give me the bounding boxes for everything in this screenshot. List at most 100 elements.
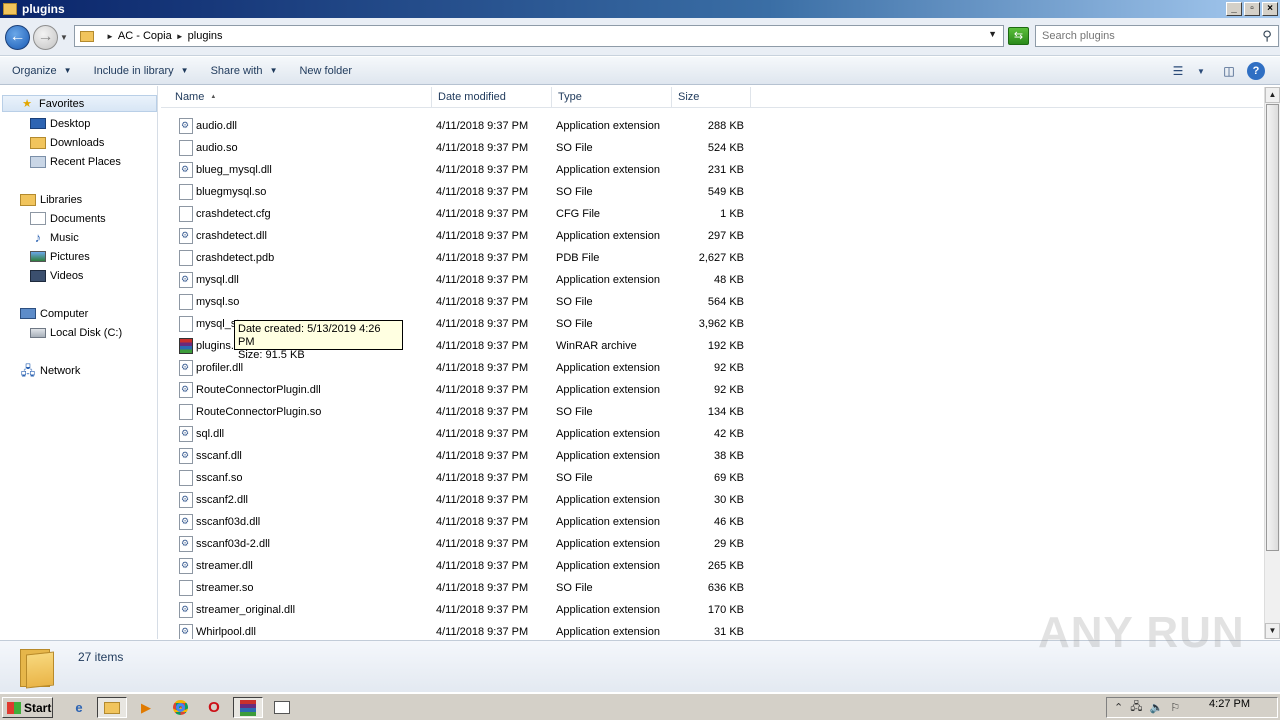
file-row[interactable]: blueg_mysql.dll 4/11/2018 9:37 PM Applicat… (161, 159, 761, 181)
nav-network[interactable]: 🖧 Network (20, 362, 81, 379)
nav-music[interactable]: ♪ Music (30, 229, 79, 246)
nav-favorites[interactable]: ★ Favorites (2, 95, 157, 112)
clock[interactable]: 4:27 PM (1209, 698, 1250, 710)
nav-desktop[interactable]: Desktop (30, 115, 90, 132)
file-size: 265 KB (707, 560, 744, 572)
nav-pictures[interactable]: Pictures (30, 248, 90, 265)
file-name: RouteConnectorPlugin.so (196, 406, 322, 418)
scroll-up-button[interactable]: ▲ (1265, 87, 1280, 103)
file-row[interactable]: sscanf.dll 4/11/2018 9:37 PM Application e… (161, 445, 761, 467)
tray-expand-icon[interactable]: ⌃ (1114, 701, 1123, 714)
file-size: 42 KB (714, 428, 744, 440)
file-row[interactable]: streamer_original.dll 4/11/2018 9:37 PM Ap… (161, 599, 761, 621)
organize-button[interactable]: Organize ▼ (12, 65, 72, 77)
column-header-size[interactable]: Size (672, 87, 751, 108)
refresh-button[interactable]: ⇆ (1008, 27, 1029, 45)
back-button[interactable]: ← (5, 25, 30, 50)
nav-documents[interactable]: Documents (30, 210, 106, 227)
help-icon[interactable]: ? (1247, 62, 1265, 80)
nav-local-disk[interactable]: Local Disk (C:) (30, 324, 122, 341)
chevron-down-icon[interactable]: ▼ (1194, 62, 1208, 80)
file-row[interactable]: crashdetect.cfg 4/11/2018 9:37 PM CFG File… (161, 203, 761, 225)
window-taskbar-button[interactable] (267, 697, 297, 718)
share-with-button[interactable]: Share with ▼ (211, 65, 278, 77)
file-name: RouteConnectorPlugin.dll (196, 384, 321, 396)
close-button[interactable]: × (1262, 2, 1278, 16)
file-row[interactable]: mysql.dll 4/11/2018 9:37 PM Application ex… (161, 269, 761, 291)
file-date: 4/11/2018 9:37 PM (436, 318, 529, 330)
nav-recent-places[interactable]: Recent Places (30, 153, 121, 170)
opera-icon[interactable]: O (199, 697, 229, 718)
file-row[interactable]: sscanf03d.dll 4/11/2018 9:37 PM Applicatio… (161, 511, 761, 533)
file-row[interactable]: RouteConnectorPlugin.dll 4/11/2018 9:37 P… (161, 379, 761, 401)
new-folder-button[interactable]: New folder (299, 65, 352, 77)
file-row[interactable]: mysql.so 4/11/2018 9:37 PM SO File 564 KB (161, 291, 761, 313)
nav-libraries[interactable]: Libraries (20, 191, 82, 208)
nav-downloads[interactable]: Downloads (30, 134, 104, 151)
volume-icon[interactable]: 🔈 (1149, 701, 1163, 714)
file-row[interactable]: crashdetect.dll 4/11/2018 9:37 PM Applicat… (161, 225, 761, 247)
breadcrumb-ac-copia[interactable]: AC - Copia (118, 30, 172, 42)
view-options-icon[interactable]: ☰ (1168, 62, 1188, 80)
file-row[interactable]: streamer.so 4/11/2018 9:37 PM SO File 636 K… (161, 577, 761, 599)
vertical-scrollbar[interactable]: ▲ ▼ (1264, 87, 1280, 639)
maximize-button[interactable]: ▫ (1244, 2, 1260, 16)
column-header-type[interactable]: Type (552, 87, 672, 108)
internet-explorer-icon[interactable]: e (64, 697, 94, 718)
file-type: SO File (556, 318, 593, 330)
file-row[interactable]: sql.dll 4/11/2018 9:37 PM Application exte… (161, 423, 761, 445)
file-name: sscanf03d-2.dll (196, 538, 270, 550)
column-header-date[interactable]: Date modified (432, 87, 552, 108)
column-header-name[interactable]: Name ▲ (161, 87, 432, 108)
file-name: streamer.so (196, 582, 254, 594)
address-bar[interactable]: ► AC - Copia ► plugins ▼ (74, 25, 1004, 47)
search-icon[interactable]: ⚲ (1258, 27, 1276, 45)
media-player-icon[interactable]: ▶ (131, 697, 161, 718)
nav-computer[interactable]: Computer (20, 305, 88, 322)
file-row[interactable]: sscanf.so 4/11/2018 9:37 PM SO File 69 KB (161, 467, 761, 489)
file-name: crashdetect.cfg (196, 208, 271, 220)
breadcrumb-separator-icon[interactable]: ► (106, 32, 114, 41)
breadcrumb-plugins[interactable]: plugins (188, 30, 223, 42)
file-row[interactable]: RouteConnectorPlugin.so 4/11/2018 9:37 PM… (161, 401, 761, 423)
file-row[interactable]: streamer.dll 4/11/2018 9:37 PM Application… (161, 555, 761, 577)
winrar-taskbar-button[interactable] (233, 697, 263, 718)
file-size: 31 KB (714, 626, 744, 638)
taskbar: Start e ▶ O ⌃ 🖧 🔈 ⚐ 4:27 PM (0, 693, 1280, 720)
nav-music-label: Music (50, 231, 79, 244)
file-date: 4/11/2018 9:37 PM (436, 538, 529, 550)
column-name-label: Name (175, 91, 205, 103)
breadcrumb-separator-icon[interactable]: ► (176, 32, 184, 41)
dll-icon (179, 272, 193, 288)
preview-pane-icon[interactable]: ◫ (1219, 62, 1239, 80)
forward-button[interactable]: → (33, 25, 58, 50)
flag-icon[interactable]: ⚐ (1170, 701, 1180, 714)
start-button[interactable]: Start (2, 697, 53, 718)
file-row[interactable]: Whirlpool.dll 4/11/2018 9:37 PM Applicatio… (161, 621, 761, 639)
file-date: 4/11/2018 9:37 PM (436, 230, 529, 242)
recent-pages-dropdown[interactable]: ▼ (60, 33, 68, 42)
file-row[interactable]: sscanf03d-2.dll 4/11/2018 9:37 PM Applicat… (161, 533, 761, 555)
file-row[interactable]: sscanf2.dll 4/11/2018 9:37 PM Application … (161, 489, 761, 511)
file-type: PDB File (556, 252, 600, 264)
scroll-thumb[interactable] (1266, 104, 1279, 551)
file-date: 4/11/2018 9:37 PM (436, 384, 529, 396)
search-input[interactable] (1042, 30, 1247, 42)
scroll-down-button[interactable]: ▼ (1265, 623, 1280, 639)
chrome-icon[interactable] (165, 697, 195, 718)
nav-videos[interactable]: Videos (30, 267, 83, 284)
file-row[interactable]: audio.dll 4/11/2018 9:37 PM Application ex… (161, 115, 761, 137)
explorer-taskbar-button[interactable] (97, 697, 127, 718)
include-in-library-button[interactable]: Include in library ▼ (94, 65, 189, 77)
file-row[interactable]: bluegmysql.so 4/11/2018 9:37 PM SO File 549… (161, 181, 761, 203)
network-tray-icon[interactable]: 🖧 (1130, 698, 1142, 717)
file-date: 4/11/2018 9:37 PM (436, 582, 529, 594)
winrar-icon (240, 699, 256, 716)
file-row[interactable]: audio.so 4/11/2018 9:37 PM SO File 524 KB (161, 137, 761, 159)
minimize-button[interactable]: _ (1226, 2, 1242, 16)
column-header-row: Name ▲ Date modified Type Size (161, 87, 1263, 108)
search-box[interactable]: ⚲ (1035, 25, 1279, 47)
file-row[interactable]: crashdetect.pdb 4/11/2018 9:37 PM PDB File… (161, 247, 761, 269)
address-history-dropdown[interactable]: ▼ (988, 29, 997, 39)
window-title: plugins (22, 2, 65, 16)
